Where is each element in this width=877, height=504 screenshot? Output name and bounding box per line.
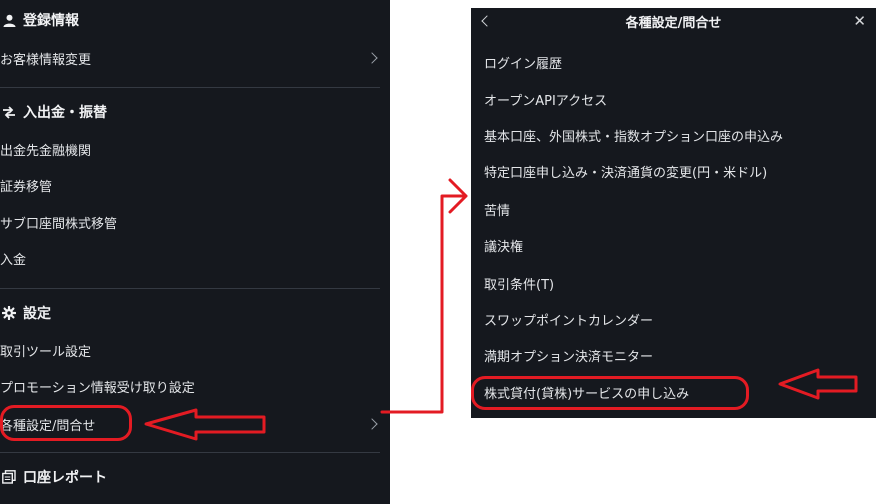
arrow-left-outline	[144, 408, 266, 441]
arrow-right-outline	[778, 368, 858, 400]
connector-arrow	[380, 178, 468, 414]
annotation-arrows	[144, 178, 858, 441]
